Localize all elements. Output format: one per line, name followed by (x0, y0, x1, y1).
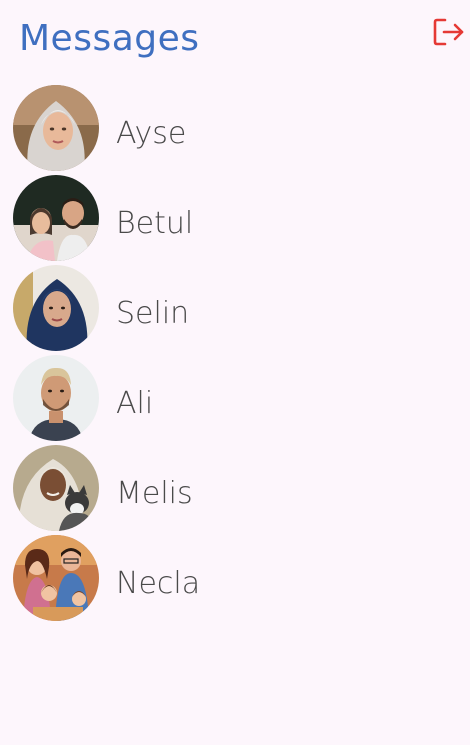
logout-icon (433, 18, 464, 46)
avatar (13, 265, 99, 351)
page-title: Messages (19, 18, 200, 59)
avatar (13, 355, 99, 441)
contact-name: Betul (116, 206, 194, 241)
contact-item-melis[interactable]: Melis (0, 443, 470, 533)
contact-name: Ayse (116, 116, 187, 151)
contact-name: Selin (116, 296, 190, 331)
contact-item-ali[interactable]: Ali (0, 353, 470, 443)
contact-name: Necla (116, 566, 201, 601)
logout-button[interactable] (433, 17, 465, 47)
app-header: Messages (0, 0, 470, 80)
avatar (13, 175, 99, 261)
contact-item-selin[interactable]: Selin (0, 263, 470, 353)
avatar (13, 535, 99, 621)
contact-name: Melis (116, 476, 193, 511)
avatar (13, 85, 99, 171)
contact-item-betul[interactable]: Betul (0, 173, 470, 263)
contact-item-necla[interactable]: Necla (0, 533, 470, 623)
contact-list: Ayse Betul Selin Ali Melis Necla (0, 83, 470, 623)
contact-item-ayse[interactable]: Ayse (0, 83, 470, 173)
avatar (13, 445, 99, 531)
contact-name: Ali (116, 386, 154, 421)
